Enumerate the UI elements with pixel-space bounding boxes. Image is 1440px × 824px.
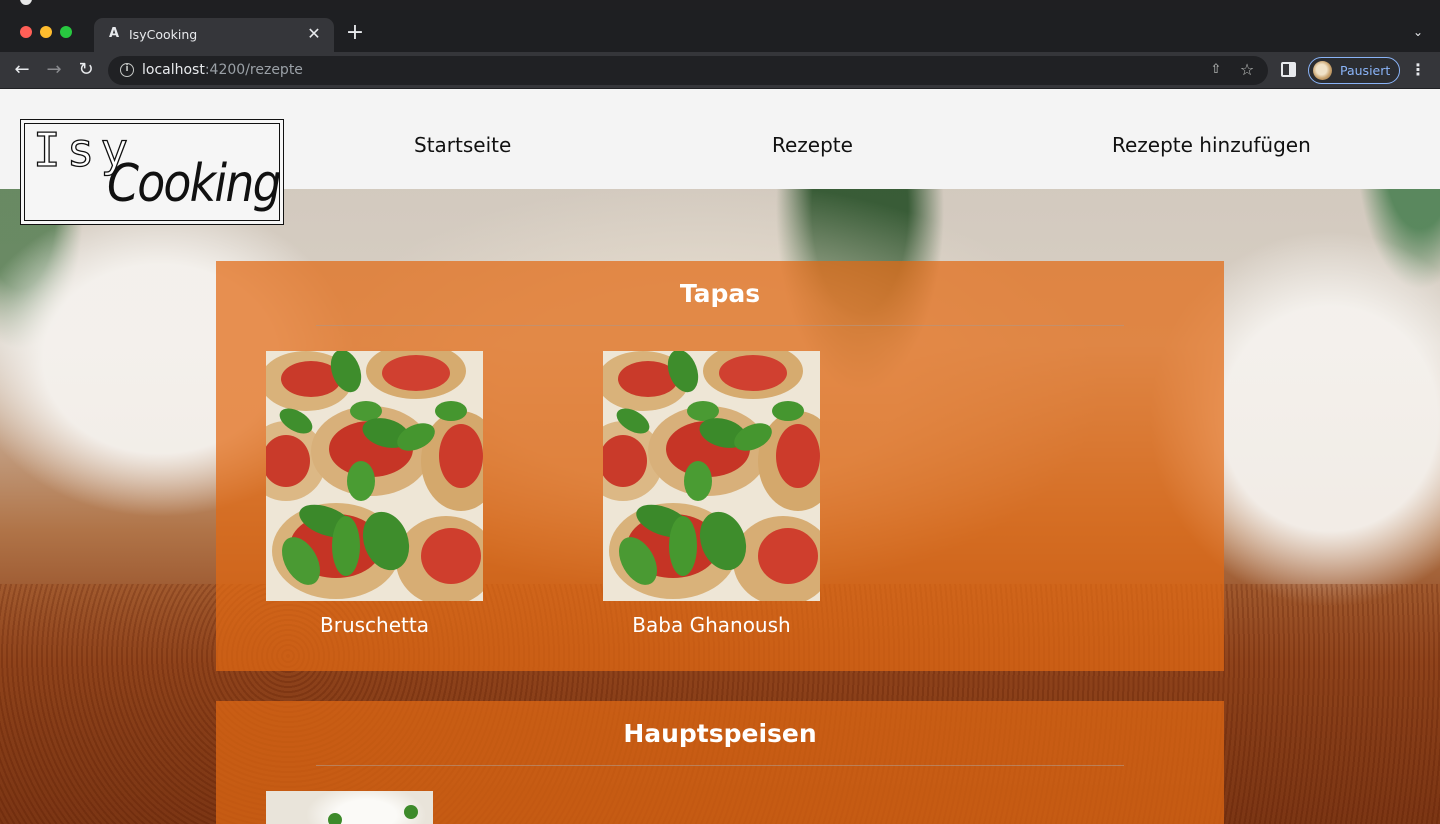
angular-icon: A: [108, 26, 120, 41]
window-close-button[interactable]: [20, 26, 32, 38]
close-icon[interactable]: ✕: [304, 24, 324, 44]
category-panel-tapas: Tapas Bruschetta Baba Ghanoush: [216, 261, 1224, 671]
site-logo[interactable]: Isy Cooking: [20, 119, 284, 225]
herb-garnish: [328, 813, 342, 824]
chevron-down-icon[interactable]: ⌄: [1410, 24, 1426, 40]
profile-status: Pausiert: [1340, 63, 1391, 78]
recipe-name[interactable]: Bruschetta: [266, 613, 483, 637]
window-zoom-button[interactable]: [60, 26, 72, 38]
nav-link-home[interactable]: Startseite: [414, 133, 511, 157]
address-bar[interactable]: i localhost:4200/rezepte ⇧ ☆: [108, 56, 1268, 85]
browser-tabstrip: A IsyCooking ✕ + ⌄: [0, 10, 1440, 52]
logo-text-cooking: Cooking: [107, 154, 282, 214]
kebab-menu-icon[interactable]: ⋮: [1410, 60, 1426, 80]
browser-tab-active[interactable]: A IsyCooking ✕: [94, 18, 334, 52]
window-minimize-button[interactable]: [40, 26, 52, 38]
herb-garnish: [404, 805, 418, 819]
recipe-image-bruschetta[interactable]: [266, 351, 483, 601]
arrow-right-icon[interactable]: →: [42, 58, 66, 82]
info-icon[interactable]: i: [120, 63, 134, 77]
recipe-image-hauptspeise[interactable]: [266, 791, 433, 824]
browser-toolbar: ← → ↻ i localhost:4200/rezepte ⇧ ☆ Pausi…: [0, 52, 1440, 89]
recipe-name[interactable]: Baba Ghanoush: [603, 613, 820, 637]
apple-icon[interactable]: [20, 0, 32, 5]
nav-link-recipes[interactable]: Rezepte: [772, 133, 853, 157]
profile-button[interactable]: Pausiert: [1308, 57, 1400, 84]
reload-icon[interactable]: ↻: [74, 58, 98, 82]
url-host: localhost: [142, 62, 205, 78]
plus-icon[interactable]: +: [344, 22, 366, 44]
category-title: Tapas: [679, 279, 761, 308]
page-viewport: Isy Cooking Startseite Rezepte Rezepte h…: [0, 89, 1440, 824]
os-menubar: [0, 0, 1440, 10]
recipe-image-baba-ghanoush[interactable]: [603, 351, 820, 601]
url-path: :4200/rezepte: [204, 62, 303, 78]
divider: [316, 325, 1124, 326]
avatar: [1313, 61, 1332, 80]
nav-link-add-recipe[interactable]: Rezepte hinzufügen: [1112, 133, 1311, 157]
side-panel-icon[interactable]: [1281, 62, 1296, 77]
bruschetta-photo: [266, 351, 483, 601]
bruschetta-photo: [603, 351, 820, 601]
category-title: Hauptspeisen: [623, 719, 817, 748]
recipe-card-baba-ghanoush[interactable]: Baba Ghanoush: [603, 351, 820, 637]
category-panel-hauptspeisen: Hauptspeisen: [216, 701, 1224, 824]
tab-title: IsyCooking: [129, 27, 198, 42]
share-icon[interactable]: ⇧: [1208, 62, 1224, 78]
arrow-left-icon[interactable]: ←: [10, 58, 34, 82]
divider: [316, 765, 1124, 766]
star-icon[interactable]: ☆: [1238, 61, 1256, 79]
url-text[interactable]: localhost:4200/rezepte: [142, 62, 303, 78]
site-header: Isy Cooking Startseite Rezepte Rezepte h…: [0, 89, 1440, 225]
recipe-card-bruschetta[interactable]: Bruschetta: [266, 351, 483, 637]
